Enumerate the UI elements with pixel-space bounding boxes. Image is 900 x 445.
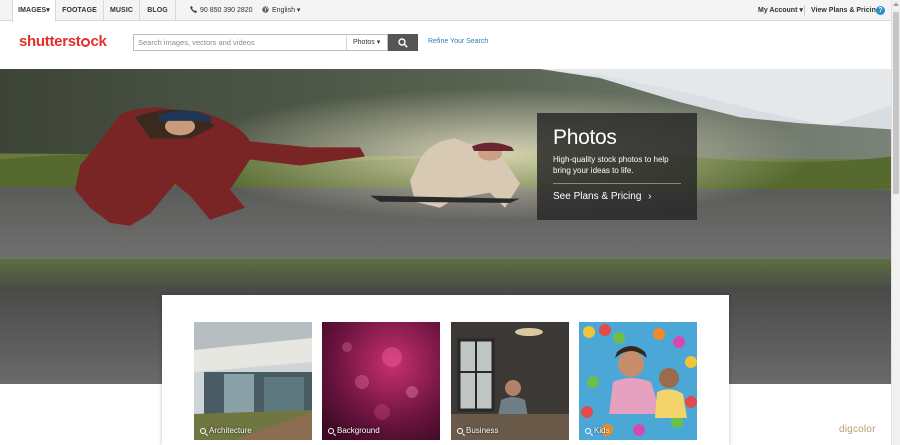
- promo-title: Photos: [553, 126, 617, 149]
- category-label: Architecture: [200, 426, 252, 435]
- language-label: English ▾: [272, 7, 301, 14]
- category-label-text: Business: [466, 426, 499, 435]
- category-label: Business: [457, 426, 498, 435]
- background-thumbnail: [322, 322, 440, 440]
- tab-footage[interactable]: FOOTAGE: [56, 0, 104, 21]
- architecture-thumbnail: [194, 322, 312, 440]
- category-card-architecture[interactable]: Architecture: [194, 322, 312, 440]
- shutterstock-logo[interactable]: shutterst ck: [19, 33, 107, 50]
- chevron-right-icon: ›: [648, 191, 652, 202]
- my-account-menu[interactable]: My Account ▾: [758, 0, 803, 21]
- category-label: Kids: [585, 426, 610, 435]
- kids-thumbnail: [579, 322, 697, 440]
- category-label-text: Kids: [594, 426, 610, 435]
- logo-text-a: shutterst: [19, 33, 81, 50]
- phone-label: 90 850 390 2820: [200, 7, 253, 14]
- scrollbar[interactable]: [891, 0, 900, 445]
- promo-description: High-quality stock photos to help bring …: [553, 155, 669, 175]
- promo-box: Photos High-quality stock photos to help…: [537, 113, 697, 220]
- hero-photo: [0, 69, 891, 259]
- search-input[interactable]: [133, 34, 347, 51]
- refine-search-link[interactable]: Refine Your Search: [428, 38, 488, 45]
- tab-blog[interactable]: BLOG: [140, 0, 176, 21]
- page: IMAGES▾ FOOTAGE MUSIC BLOG 90 850 390 28…: [0, 0, 900, 445]
- see-plans-label: See Plans & Pricing: [553, 191, 642, 202]
- divider: [553, 183, 681, 184]
- search-button[interactable]: [388, 34, 418, 51]
- search-icon: [457, 427, 463, 434]
- phone-number: 90 850 390 2820: [190, 0, 253, 21]
- search-icon: [585, 427, 591, 434]
- help-icon[interactable]: ?: [876, 6, 885, 15]
- logo-o-mark: [80, 37, 90, 47]
- category-panel: Architecture Background Business Kids: [162, 295, 729, 445]
- search-icon: [328, 427, 334, 434]
- language-selector[interactable]: English ▾: [262, 0, 300, 21]
- view-plans-link[interactable]: View Plans & Pricing: [811, 0, 880, 21]
- category-label-text: Background: [337, 426, 380, 435]
- watermark: digcolor: [839, 424, 876, 435]
- category-label-text: Architecture: [209, 426, 252, 435]
- tab-music[interactable]: MUSIC: [104, 0, 140, 21]
- globe-icon: [262, 6, 269, 13]
- scroll-up-icon[interactable]: [893, 2, 899, 6]
- category-card-kids[interactable]: Kids: [579, 322, 697, 440]
- tab-images[interactable]: IMAGES▾: [12, 0, 56, 22]
- business-thumbnail: [451, 322, 569, 440]
- phone-icon: [190, 6, 197, 13]
- divider: [804, 5, 805, 16]
- scrollbar-thumb[interactable]: [893, 12, 899, 194]
- media-type-select[interactable]: Photos ▾: [346, 34, 388, 51]
- see-plans-link[interactable]: See Plans & Pricing ›: [553, 191, 681, 202]
- logo-text-b: ck: [90, 33, 107, 50]
- header: shutterst ck Photos ▾ Refine Your Search: [0, 22, 891, 69]
- category-label: Background: [328, 426, 380, 435]
- top-navigation: IMAGES▾ FOOTAGE MUSIC BLOG 90 850 390 28…: [0, 0, 891, 22]
- category-card-background[interactable]: Background: [322, 322, 440, 440]
- search-icon: [398, 38, 408, 48]
- category-card-business[interactable]: Business: [451, 322, 569, 440]
- search-icon: [200, 427, 206, 434]
